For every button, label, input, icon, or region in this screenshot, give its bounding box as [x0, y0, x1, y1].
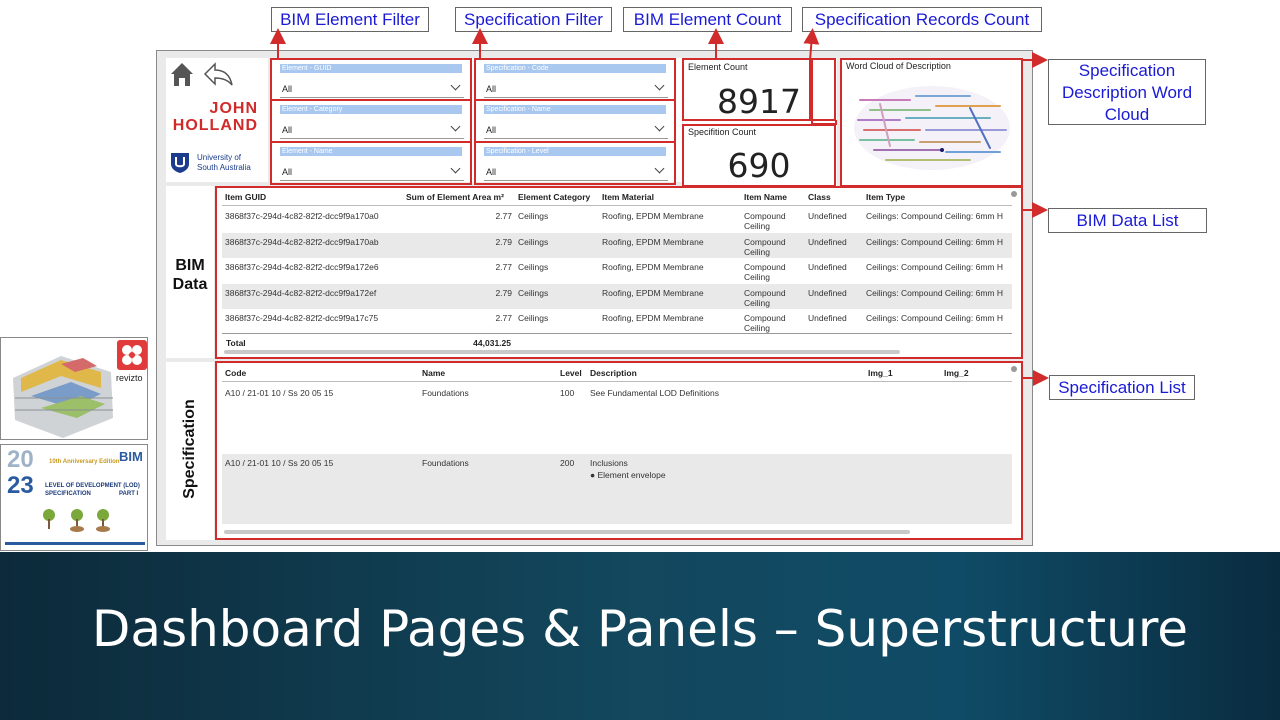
slide-title: Dashboard Pages & Panels – Superstructur…: [91, 600, 1189, 658]
